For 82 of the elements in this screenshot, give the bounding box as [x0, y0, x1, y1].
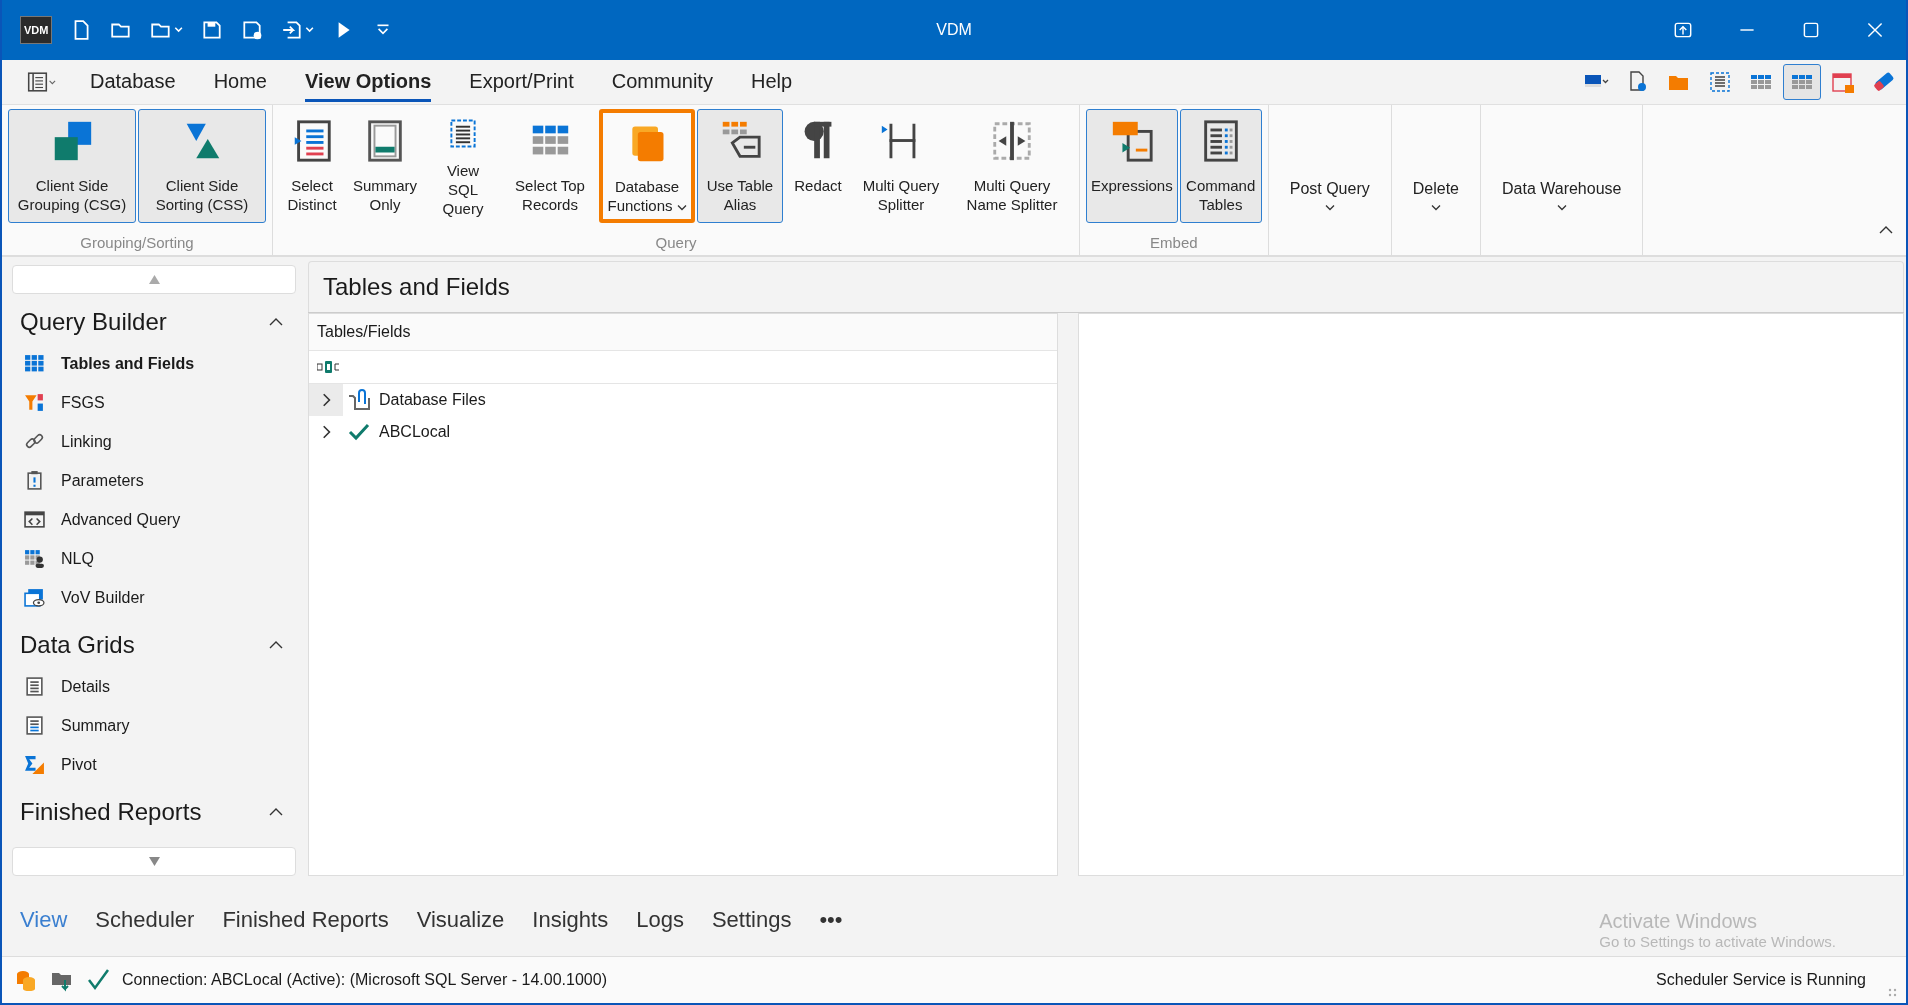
sidebar-item[interactable]: Parameters [61, 471, 144, 490]
ribbon-button[interactable]: Use Table Alias [697, 109, 783, 223]
calendar-icon [1831, 70, 1855, 94]
ribbon-button[interactable]: Select Top Records [503, 109, 597, 223]
database-icon[interactable] [14, 968, 38, 992]
nav-tab[interactable]: View [18, 903, 70, 937]
ribbon-button[interactable]: Redact [785, 109, 851, 223]
ribbon-button[interactable]: View SQL Query [425, 109, 501, 223]
nav-tab[interactable]: Settings [709, 903, 794, 937]
section-title: Query Builder [20, 308, 167, 336]
checkmark-icon [86, 968, 110, 992]
grid-person-icon [24, 548, 45, 569]
nav-tab[interactable]: Logs [634, 903, 686, 937]
menu-tab[interactable]: Database [90, 62, 176, 102]
document-icon [24, 676, 45, 697]
nav-tab[interactable]: Visualize [414, 903, 507, 937]
sidebar-item[interactable]: Linking [61, 432, 112, 451]
nav-tab[interactable]: ••• [817, 903, 845, 937]
ribbon-button[interactable]: Summary Only [347, 109, 423, 223]
grid-icon [24, 353, 45, 374]
tree-node[interactable]: ABCLocal [379, 423, 451, 441]
scheduler-status: Scheduler Service is Running [1656, 971, 1866, 989]
up-triangle-icon [148, 275, 160, 284]
sidebar-item[interactable]: Pivot [61, 755, 97, 774]
activation-hint: Go to Settings to activate Windows. [1599, 933, 1836, 950]
sidebar-item[interactable]: VoV Builder [61, 588, 145, 607]
menu-tab[interactable]: Help [750, 62, 793, 102]
save-as-icon[interactable] [241, 19, 264, 41]
section-title: Data Grids [20, 631, 135, 659]
sidebar-item[interactable]: Summary [61, 716, 130, 735]
window-title: VDM [936, 21, 972, 39]
window-eye-icon [24, 587, 45, 608]
alphabetical-sort-icon[interactable] [317, 360, 341, 374]
ribbon-button[interactable]: Client Side Grouping (CSG) [8, 109, 136, 223]
clipboard-icon [24, 470, 45, 491]
panel-title: Tables and Fields [323, 273, 510, 301]
column-header: Tables/Fields [317, 323, 411, 341]
nav-tab[interactable]: Insights [530, 903, 611, 937]
delete-button[interactable]: Delete [1397, 109, 1474, 223]
app-logo: VDM [20, 16, 53, 44]
eraser-icon [1872, 70, 1896, 94]
sidebar-item[interactable]: Advanced Query [61, 510, 181, 529]
sidebar-item[interactable]: Tables and Fields [61, 354, 195, 373]
sidebar-item[interactable]: Details [61, 677, 110, 696]
dashed-list-icon [1708, 70, 1732, 94]
nav-tab[interactable]: Scheduler [93, 903, 197, 937]
menu-tab[interactable]: Export/Print [469, 62, 574, 102]
code-window-icon [24, 509, 45, 530]
connection-status: Connection: ABCLocal (Active): (Microsoft SQL Server - 14.00.1000) [122, 971, 607, 989]
ribbon-button[interactable]: Client Side Sorting (CSS) [138, 109, 266, 223]
sidebar-item[interactable]: NLQ [61, 549, 94, 568]
document-icon [24, 715, 45, 736]
post-query-button[interactable]: Post Query [1274, 109, 1385, 223]
save-icon[interactable] [201, 19, 224, 41]
menu-tab[interactable]: Home [213, 62, 267, 102]
collapse-ribbon-icon[interactable] [1878, 225, 1894, 235]
down-triangle-icon [148, 857, 160, 866]
ribbon-button[interactable]: Command Tables [1179, 109, 1262, 223]
ribbon-button[interactable]: Database Functions [599, 109, 695, 223]
ribbon-button[interactable]: Multi Query Splitter [853, 109, 949, 223]
ribbon-group-label: Query [655, 233, 697, 253]
menu-tab[interactable]: Community [611, 62, 713, 102]
nav-tab[interactable]: Finished Reports [220, 903, 391, 937]
import-dropdown-icon[interactable] [281, 19, 315, 41]
ribbon-button[interactable]: Select Distinct [279, 109, 345, 223]
ribbon-group-label: Grouping/Sorting [80, 233, 194, 253]
ribbon-button[interactable]: Multi Query Name Splitter [951, 109, 1073, 223]
sigma-icon [24, 754, 45, 775]
folder-clip-icon [347, 388, 371, 412]
funnel-icon [24, 392, 45, 413]
section-title: Finished Reports [20, 798, 202, 826]
ribbon-button[interactable]: Expressions [1086, 109, 1178, 223]
activation-title: Activate Windows [1599, 910, 1759, 933]
tree-node[interactable]: Database Files [379, 391, 486, 409]
sidebar-item[interactable]: FSGS [61, 393, 105, 412]
ribbon-group-label: Embed [1150, 233, 1198, 253]
collapse-icon[interactable] [268, 640, 284, 650]
collapse-icon[interactable] [268, 317, 284, 327]
data-warehouse-button[interactable]: Data Warehouse [1487, 109, 1637, 223]
collapse-icon[interactable] [268, 807, 284, 817]
tile-view-button[interactable] [1783, 64, 1821, 100]
resize-grip-icon[interactable] [1888, 987, 1898, 997]
